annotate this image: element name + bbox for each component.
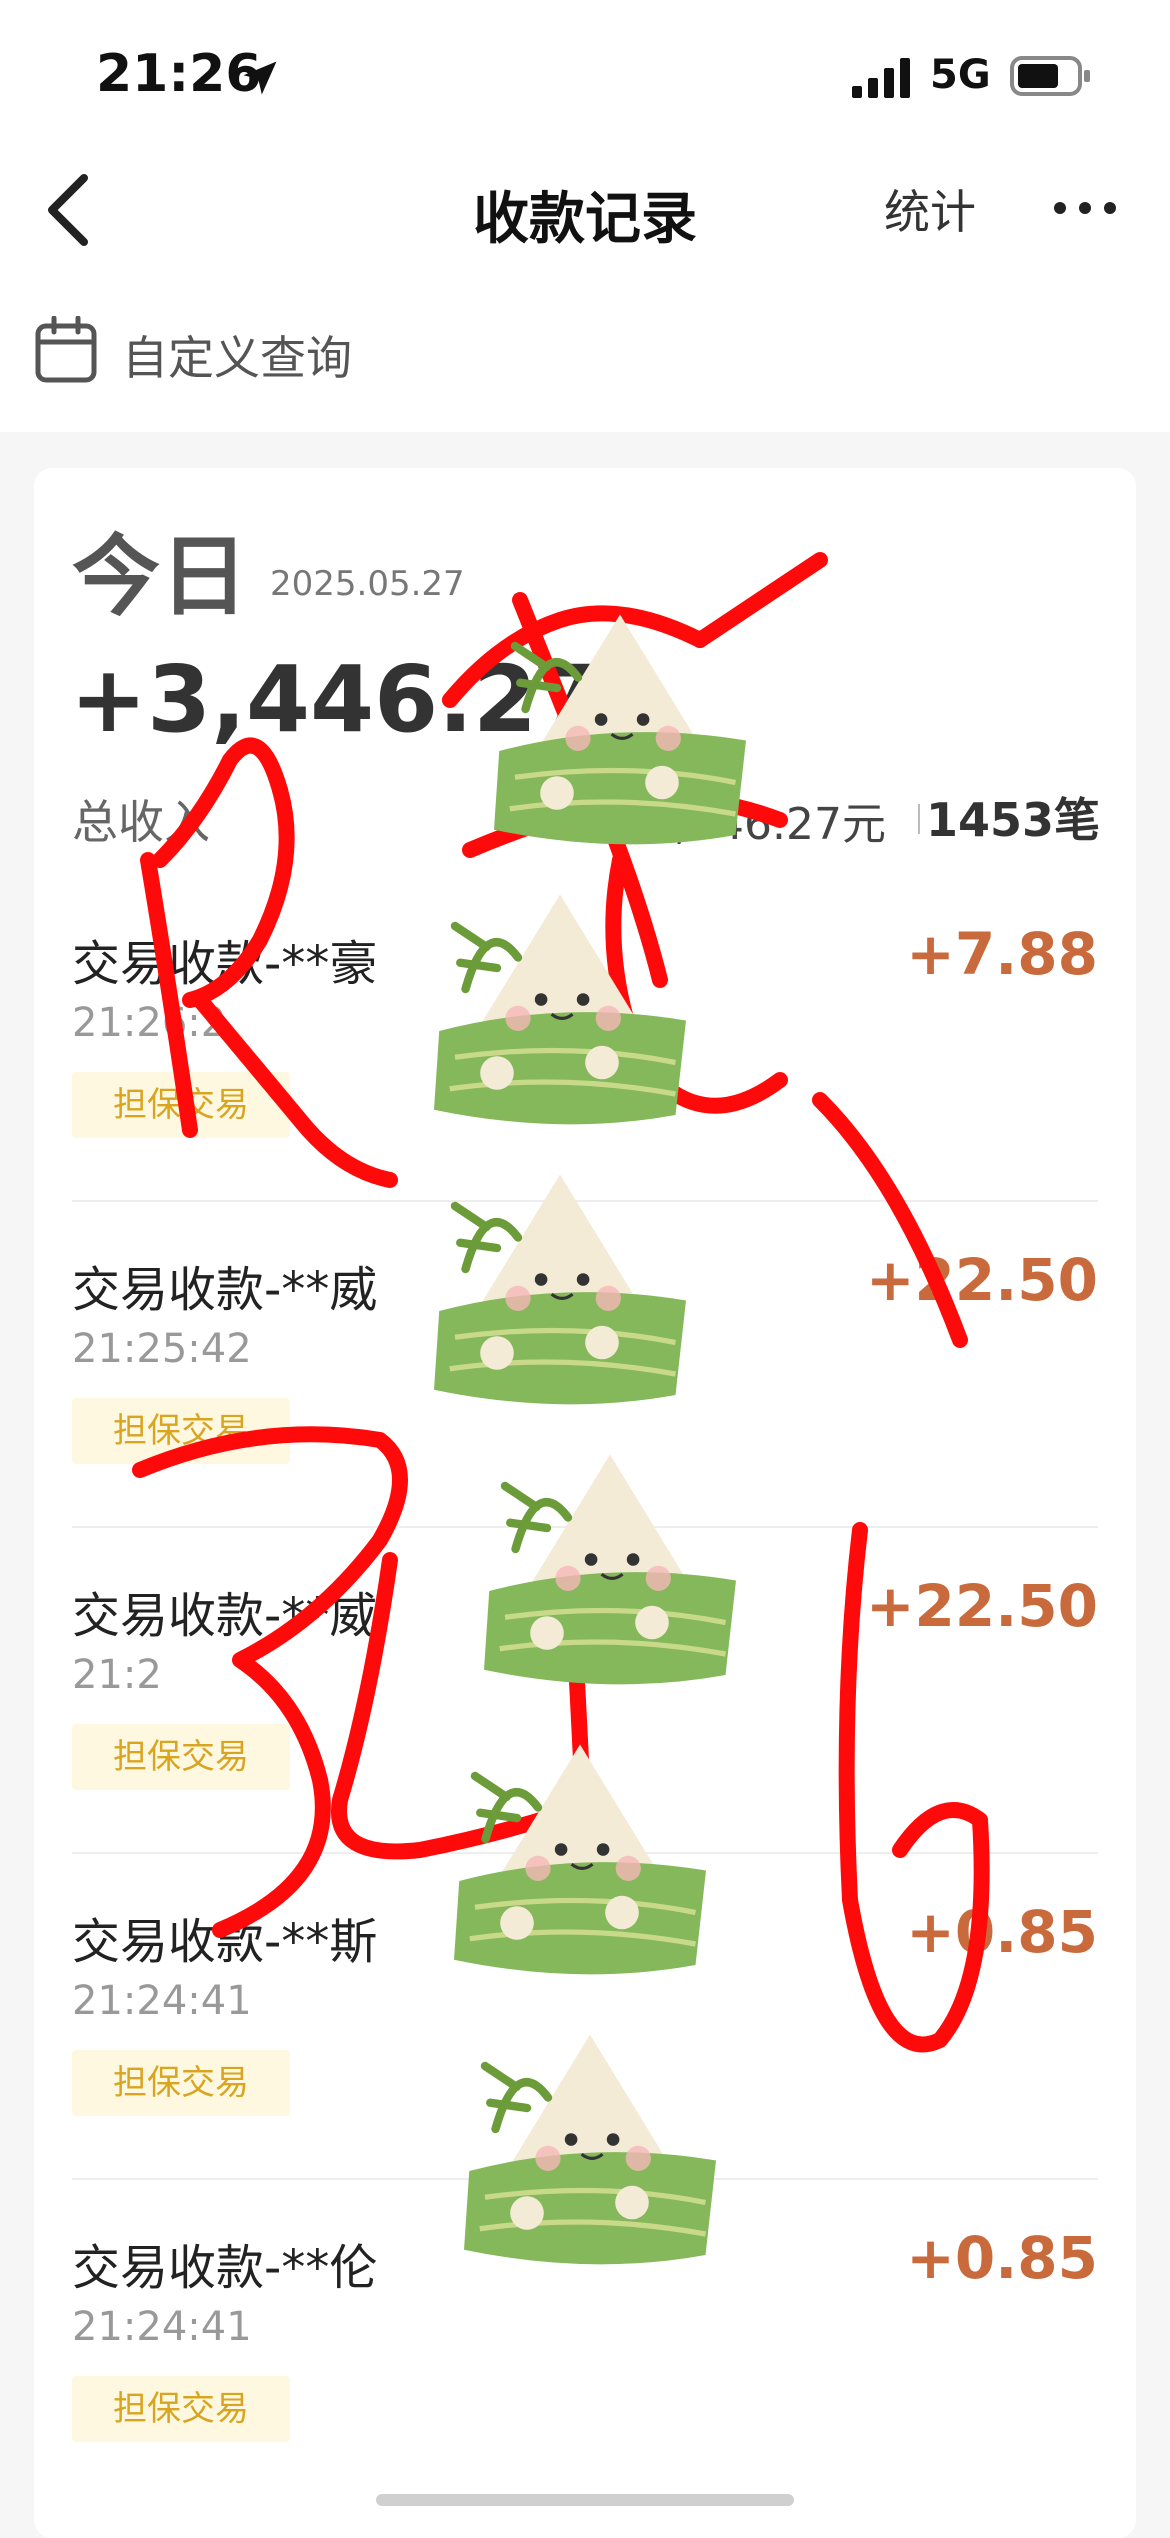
day-total-amount: +3,446.27 bbox=[70, 646, 602, 753]
location-arrow-icon bbox=[243, 61, 277, 95]
transaction-amount: +22.50 bbox=[865, 1246, 1098, 1314]
guarantee-badge: 担保交易 bbox=[72, 2376, 290, 2442]
transaction-row[interactable]: 交易收款-**威 21:25:42 担保交易 +22.50 bbox=[72, 1202, 1098, 1528]
transaction-time: 21:24:41 bbox=[72, 1978, 252, 2024]
transaction-row[interactable]: 交易收款-**伦 21:24:41 担保交易 +0.85 bbox=[72, 2180, 1098, 2506]
transaction-row[interactable]: 交易收款-**豪 21:26:2 担保交易 +7.88 bbox=[72, 876, 1098, 1202]
day-date: 2025.05.27 bbox=[270, 564, 465, 604]
transaction-row[interactable]: 交易收款-**威 21:2 担保交易 +22.50 bbox=[72, 1528, 1098, 1854]
transaction-title: 交易收款-**伦 bbox=[72, 2240, 378, 2296]
nav-bar: 收款记录 统计 bbox=[0, 150, 1170, 276]
status-time: 21:26 bbox=[96, 44, 262, 104]
guarantee-badge: 担保交易 bbox=[72, 1724, 290, 1790]
battery-icon bbox=[1010, 56, 1090, 96]
transaction-amount: +22.50 bbox=[865, 1572, 1098, 1640]
page-title: 收款记录 bbox=[473, 187, 697, 252]
transaction-count: 1453笔 bbox=[925, 793, 1100, 847]
guarantee-badge: 担保交易 bbox=[72, 2050, 290, 2116]
signal-icon bbox=[852, 58, 910, 98]
transaction-title: 交易收款-**斯 bbox=[72, 1914, 378, 1970]
status-bar: 21:26 5G bbox=[0, 0, 1170, 150]
network-type: 5G bbox=[930, 52, 991, 98]
guarantee-badge: 担保交易 bbox=[72, 1398, 290, 1464]
total-income-amount: 3,446.27元 bbox=[646, 799, 886, 850]
transaction-row[interactable]: 交易收款-**斯 21:24:41 担保交易 +0.85 bbox=[72, 1854, 1098, 2180]
transaction-title: 交易收款-**豪 bbox=[72, 936, 378, 992]
transaction-time: 21:24:41 bbox=[72, 2304, 252, 2350]
transaction-time: 21:2 bbox=[72, 1652, 162, 1698]
custom-query-button[interactable]: 自定义查询 bbox=[0, 276, 1170, 432]
transaction-time: 21:25:42 bbox=[72, 1326, 252, 1372]
total-income-label: 总收入 bbox=[72, 795, 210, 849]
transaction-amount: +0.85 bbox=[906, 1898, 1098, 1966]
summary-divider bbox=[918, 804, 920, 834]
custom-query-label: 自定义查询 bbox=[122, 331, 352, 385]
day-label: 今日 bbox=[72, 525, 249, 628]
guarantee-badge: 担保交易 bbox=[72, 1072, 290, 1138]
transaction-amount: +0.85 bbox=[906, 2224, 1098, 2292]
home-indicator[interactable] bbox=[376, 2494, 794, 2506]
transaction-amount: +7.88 bbox=[906, 920, 1098, 988]
transaction-title: 交易收款-**威 bbox=[72, 1588, 378, 1644]
calendar-icon bbox=[35, 316, 97, 383]
records-card: 今日 2025.05.27 +3,446.27 总收入 3,446.27元 14… bbox=[34, 468, 1136, 2538]
transaction-time: 21:26:2 bbox=[72, 1000, 227, 1046]
transaction-title: 交易收款-**威 bbox=[72, 1262, 378, 1318]
stats-button[interactable]: 统计 bbox=[884, 176, 976, 242]
more-icon[interactable] bbox=[1050, 196, 1120, 220]
